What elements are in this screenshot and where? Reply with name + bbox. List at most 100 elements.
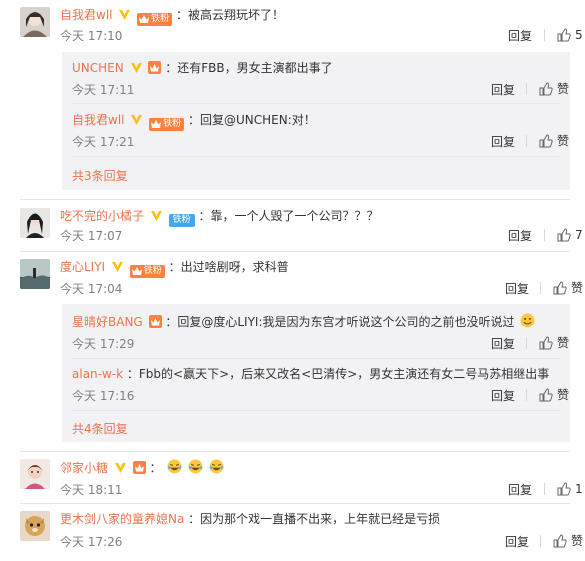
like-count: 5 <box>575 28 583 42</box>
comment-text: ：靠，一个人毁了一个公司？？？ <box>198 209 379 223</box>
thumbs-up-icon <box>557 482 571 496</box>
reply-button[interactable]: 回复 <box>491 82 515 98</box>
timestamp: 今天 17:21 <box>72 135 135 149</box>
comment-divider <box>20 199 570 200</box>
separator <box>544 229 545 241</box>
smile-emoji-icon <box>520 313 535 328</box>
timestamp: 今天 18:11 <box>60 483 123 497</box>
timestamp: 今天 17:11 <box>72 83 135 97</box>
comment-text: ：被高云翔玩坏了！ <box>175 8 284 22</box>
separator <box>544 483 545 495</box>
crown-icon <box>151 120 162 128</box>
reply-line: UNCHEN ：还有FBB，男女主演都出事了 <box>72 60 333 76</box>
username-link[interactable]: 自我君wll <box>72 113 124 127</box>
divider <box>72 410 560 411</box>
crown-icon <box>132 461 146 474</box>
like-button[interactable]: 1 <box>544 481 583 497</box>
comment-line: 自我君wll 铁粉 ：被高云翔玩坏了！ <box>60 7 284 26</box>
separator <box>526 135 527 147</box>
like-label: 赞 <box>571 534 584 548</box>
reply-text: ：回复@度心LIYI:我是因为东宫才听说这个公司的之前也没听说过 <box>165 315 515 329</box>
reply-button[interactable]: 回复 <box>508 482 532 498</box>
verified-v-icon <box>111 262 123 272</box>
fan-badge: 铁粉 <box>129 265 165 278</box>
username-link[interactable]: UNCHEN <box>72 61 124 75</box>
timestamp: 今天 17:29 <box>72 337 135 351</box>
comment-text: ： <box>149 461 162 475</box>
username-link[interactable]: 更木剑八家的童养媳Na <box>60 512 184 526</box>
fan-badge: 铁粉 <box>137 13 173 26</box>
reply-button[interactable]: 回复 <box>508 228 532 244</box>
reply-line: 星晴好BANG ：回复@度心LIYI:我是因为东宫才听说这个公司的之前也没听说过 <box>72 313 535 330</box>
like-button[interactable]: 赞 <box>526 133 569 149</box>
avatar[interactable] <box>20 7 50 37</box>
fan-badge: 铁粉 <box>168 214 195 227</box>
username-link[interactable]: 星晴好BANG <box>72 315 143 329</box>
username-link[interactable]: 邻家小糖 <box>60 461 108 475</box>
like-label: 赞 <box>557 134 570 148</box>
thumbs-up-icon <box>539 388 553 402</box>
verified-v-icon <box>114 463 126 473</box>
laughing-tears-emoji-icon <box>209 459 224 474</box>
comment-line: 吃不完的小橘子 铁粉 ：靠，一个人毁了一个公司？？？ <box>60 208 379 227</box>
timestamp: 今天 17:16 <box>72 389 135 403</box>
comment-divider <box>20 451 570 452</box>
separator <box>526 83 527 95</box>
thumbs-up-icon <box>539 336 553 350</box>
username-link[interactable]: 自我君wll <box>60 8 112 22</box>
reply-button[interactable]: 回复 <box>505 281 529 297</box>
more-replies-link[interactable]: 共3条回复 <box>72 167 128 184</box>
reply-text: ：Fbb的<赢天下>，后来又改名<巴清传>，男女主演还有女二号马苏相继出事 <box>126 367 550 381</box>
like-button[interactable]: 赞 <box>526 387 569 403</box>
like-count: 1 <box>575 482 583 496</box>
thumbs-up-icon <box>553 534 567 548</box>
comment-line: 更木剑八家的童养媳Na ：因为那个戏一直播不出来，上年就已经是亏损 <box>60 511 440 527</box>
like-button[interactable]: 赞 <box>526 335 569 351</box>
like-count: 7 <box>575 228 583 242</box>
username-link[interactable]: 吃不完的小橘子 <box>60 209 144 223</box>
divider <box>72 103 560 104</box>
avatar[interactable] <box>20 511 50 541</box>
laughing-tears-emoji-icon <box>188 459 203 474</box>
like-label: 赞 <box>557 82 570 96</box>
like-button[interactable]: 赞 <box>540 280 583 296</box>
avatar[interactable] <box>20 459 50 489</box>
like-label: 赞 <box>557 388 570 402</box>
comment-text: ：出过啥剧呀，求科普 <box>168 260 289 274</box>
thumbs-up-icon <box>557 28 571 42</box>
verified-v-icon <box>131 115 143 125</box>
reply-button[interactable]: 回复 <box>491 134 515 150</box>
reply-text: ：还有FBB，男女主演都出事了 <box>165 61 333 75</box>
timestamp: 今天 17:10 <box>60 29 123 43</box>
username-link[interactable]: 度心LIYI <box>60 260 105 274</box>
reply-button[interactable]: 回复 <box>491 336 515 352</box>
divider <box>72 358 560 359</box>
timestamp: 今天 17:26 <box>60 535 123 549</box>
verified-v-icon <box>150 211 162 221</box>
like-button[interactable]: 5 <box>544 27 583 43</box>
reply-line: 自我君wll 铁粉 ：回复@UNCHEN:对！ <box>72 112 316 131</box>
comment-line: 度心LIYI 铁粉 ：出过啥剧呀，求科普 <box>60 259 289 278</box>
comment-divider <box>20 503 570 504</box>
separator <box>540 535 541 547</box>
crown-icon <box>131 267 142 275</box>
reply-line: alan-w-k ：Fbb的<赢天下>，后来又改名<巴清传>，男女主演还有女二号… <box>72 366 549 382</box>
comment-text: ：因为那个戏一直播不出来，上年就已经是亏损 <box>188 512 441 526</box>
like-button[interactable]: 赞 <box>540 533 583 549</box>
separator <box>544 29 545 41</box>
verified-v-icon <box>119 10 131 20</box>
avatar[interactable] <box>20 259 50 289</box>
more-replies-link[interactable]: 共4条回复 <box>72 420 128 437</box>
timestamp: 今天 17:07 <box>60 229 123 243</box>
reply-text: ：回复@UNCHEN:对！ <box>187 113 316 127</box>
reply-button[interactable]: 回复 <box>505 534 529 550</box>
username-link[interactable]: alan-w-k <box>72 367 123 381</box>
reply-button[interactable]: 回复 <box>491 388 515 404</box>
like-button[interactable]: 赞 <box>526 81 569 97</box>
like-button[interactable]: 7 <box>544 227 583 243</box>
fan-badge: 铁粉 <box>149 118 185 131</box>
reply-button[interactable]: 回复 <box>508 28 532 44</box>
thumbs-up-icon <box>553 281 567 295</box>
separator <box>526 389 527 401</box>
avatar[interactable] <box>20 208 50 238</box>
